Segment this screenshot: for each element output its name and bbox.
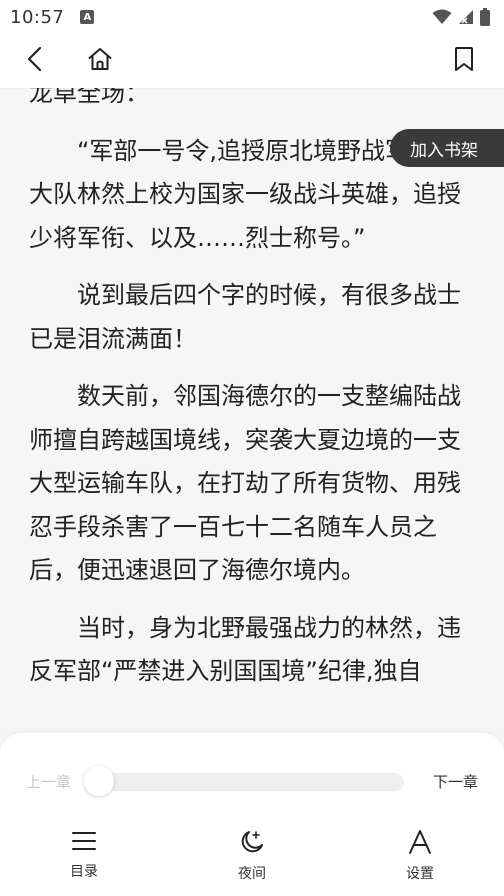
bottom-control-panel: 上一章 下一章 目录 夜间 设置	[0, 733, 504, 896]
settings-button[interactable]: 设置	[380, 829, 460, 885]
paragraph: 当时，身为北野最强战力的林然，违反军部“严禁进入别国国境”纪律,独自	[29, 613, 461, 686]
slider-thumb[interactable]	[84, 766, 114, 796]
home-icon	[87, 46, 113, 76]
toc-label: 目录	[70, 864, 98, 880]
next-chapter-button[interactable]: 下一章	[433, 771, 478, 792]
prev-chapter-button[interactable]: 上一章	[26, 771, 71, 792]
signal-icon	[458, 9, 474, 25]
home-button[interactable]	[82, 43, 118, 79]
toc-button[interactable]: 目录	[44, 829, 124, 885]
night-mode-button[interactable]: 夜间	[212, 829, 292, 885]
night-mode-label: 夜间	[238, 866, 266, 882]
chapter-content[interactable]: 龙卓全场： “军部一号令,追授原北境野战军特种大队林然上校为国家一级战斗英雄，追…	[0, 88, 504, 738]
paragraph: 龙卓全场：	[29, 88, 149, 107]
settings-label: 设置	[406, 866, 434, 882]
add-to-shelf-button[interactable]: 加入书架	[390, 129, 504, 167]
paragraph: 说到最后四个字的时候，有很多战士已是泪流满面！	[29, 281, 461, 353]
status-bar: 10:57 A	[0, 0, 504, 34]
wifi-icon	[432, 9, 452, 25]
bookmark-button[interactable]	[446, 43, 482, 79]
bottom-nav: 目录 夜间 设置	[0, 829, 504, 885]
reader-toolbar	[0, 34, 504, 88]
status-icons	[432, 8, 490, 26]
notification-badge: A	[80, 10, 95, 24]
chapter-progress-row: 上一章 下一章	[0, 766, 504, 797]
battery-icon	[480, 8, 490, 26]
bookmark-icon	[453, 46, 475, 76]
back-button[interactable]	[18, 43, 54, 79]
paragraph: 数天前，邻国海德尔的一支整编陆战师擅自跨越国境线，突袭大夏边境的一支大型运输车队…	[29, 382, 461, 584]
add-to-shelf-label: 加入书架	[410, 140, 478, 161]
moon-icon	[239, 829, 265, 855]
chapter-text: 龙卓全场： “军部一号令,追授原北境野战军特种大队林然上校为国家一级战斗英雄，追…	[29, 88, 479, 694]
menu-list-icon	[71, 829, 97, 853]
status-time: 10:57	[10, 6, 65, 28]
back-arrow-icon	[25, 46, 47, 76]
chapter-progress-slider[interactable]	[86, 773, 404, 791]
font-a-icon	[407, 829, 433, 855]
